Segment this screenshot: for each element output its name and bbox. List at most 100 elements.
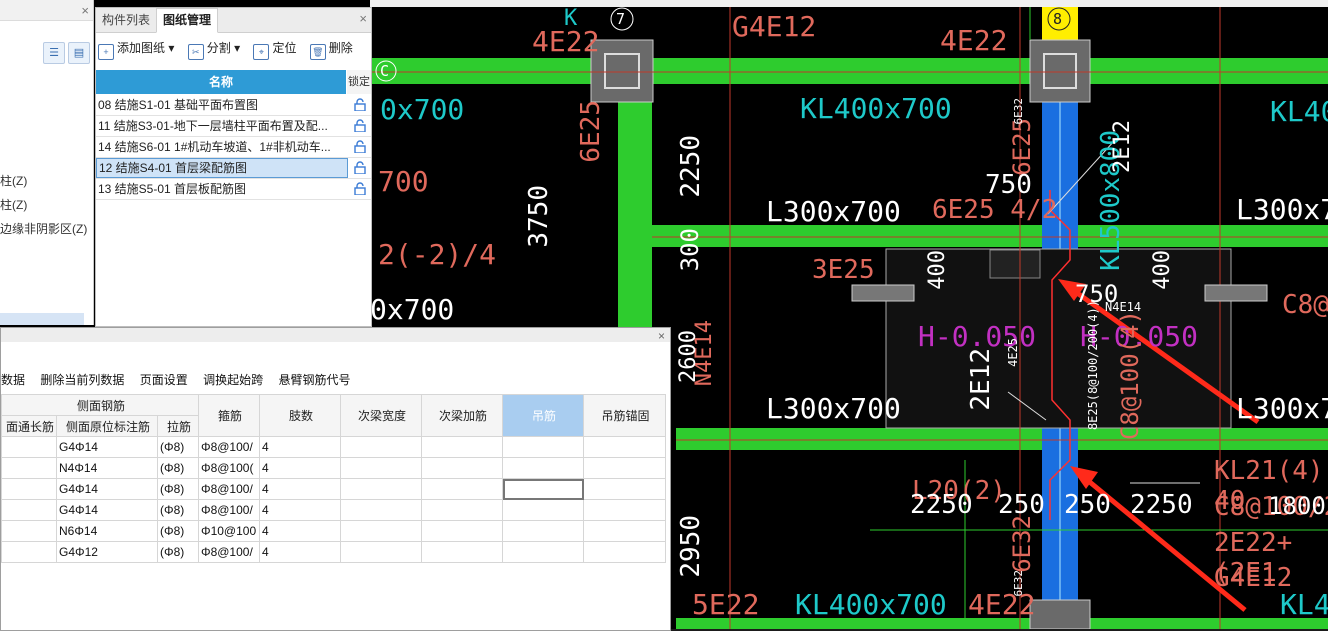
cell[interactable]: 4 [259, 541, 341, 563]
add-drawing-button[interactable]: + 添加图纸 ▾ [98, 34, 174, 62]
menu-delete-column-data[interactable]: 删除当前列数据 [40, 373, 124, 387]
cell[interactable]: N4Φ14 [56, 457, 158, 479]
cell[interactable]: (Φ8) [157, 478, 199, 500]
cell[interactable]: Φ8@100( [198, 457, 260, 479]
cell[interactable]: (Φ8) [157, 541, 199, 563]
cell[interactable] [421, 541, 503, 563]
column-header-name[interactable]: 名称 [96, 70, 346, 94]
drawing-row-selected[interactable]: 12 结施S4-01 首层梁配筋图 [96, 158, 371, 179]
cell[interactable]: Φ8@100/ [198, 478, 260, 500]
lock-icon[interactable] [354, 182, 366, 195]
selected-cell[interactable] [502, 478, 584, 500]
cell[interactable] [340, 478, 422, 500]
cell[interactable]: Φ10@100 [198, 520, 260, 542]
header-secondary-add[interactable]: 次梁加筋 [421, 394, 503, 437]
detail-view-icon[interactable]: ▤ [68, 42, 90, 64]
cell[interactable]: G4Φ14 [56, 499, 158, 521]
header-side-through[interactable]: 面通长筋 [1, 415, 57, 437]
column-8[interactable] [1029, 39, 1091, 103]
cell[interactable]: 4 [259, 520, 341, 542]
cell[interactable] [1, 520, 57, 542]
cell[interactable] [502, 520, 584, 542]
column-7[interactable] [590, 39, 654, 103]
drawing-row[interactable]: 13 结施S5-01 首层板配筋图 [96, 179, 371, 200]
cell[interactable]: 4 [259, 436, 341, 458]
header-hanger[interactable]: 吊筋 [502, 394, 584, 437]
beam-vertical-left[interactable] [618, 84, 652, 329]
cell[interactable]: G4Φ14 [56, 478, 158, 500]
cell[interactable]: (Φ8) [157, 457, 199, 479]
cell[interactable] [340, 457, 422, 479]
tree-item[interactable]: 边缘非阴影区(Z) [0, 220, 87, 237]
close-icon[interactable]: × [359, 11, 367, 26]
cell[interactable] [1, 436, 57, 458]
cell[interactable] [583, 520, 666, 542]
drawing-row[interactable]: 11 结施S3-01-地下一层墙柱平面布置及配... [96, 116, 371, 137]
lock-icon[interactable] [354, 119, 366, 132]
cell[interactable] [583, 436, 666, 458]
header-tie[interactable]: 拉筋 [157, 415, 199, 437]
delete-button[interactable]: 🗑 删除 [309, 34, 353, 62]
cell[interactable] [583, 541, 666, 563]
drawing-row[interactable]: 08 结施S1-01 基础平面布置图 [96, 95, 371, 116]
header-stirrup[interactable]: 箍筋 [198, 394, 260, 437]
cell[interactable]: N6Φ14 [56, 520, 158, 542]
split-button[interactable]: ✂ 分割 ▾ [187, 34, 240, 62]
menu-data[interactable]: 数据 [1, 373, 25, 387]
menu-swap-start-span[interactable]: 调换起始跨 [203, 373, 263, 387]
cell[interactable] [1, 499, 57, 521]
cell[interactable]: Φ8@100/ [198, 499, 260, 521]
cell[interactable] [1, 457, 57, 479]
menu-cantilever-code[interactable]: 悬臂钢筋代号 [278, 373, 350, 387]
header-legs[interactable]: 肢数 [259, 394, 341, 437]
drawing-row[interactable]: 14 结施S6-01 1#机动车坡道、1#非机动车... [96, 137, 371, 158]
beam-top[interactable] [370, 58, 1328, 84]
tab-component-list[interactable]: 构件列表 [96, 9, 156, 32]
list-view-icon[interactable]: ☰ [43, 42, 65, 64]
header-side-orig[interactable]: 侧面原位标注筋 [56, 415, 158, 437]
beam-lower[interactable] [676, 428, 1328, 450]
cell[interactable]: Φ8@100/ [198, 436, 260, 458]
cell[interactable] [502, 499, 584, 521]
beam-mid[interactable] [652, 225, 1328, 247]
cell[interactable] [421, 457, 503, 479]
cell[interactable]: Φ8@100/ [198, 541, 260, 563]
cell[interactable] [502, 436, 584, 458]
header-secondary-width[interactable]: 次梁宽度 [340, 394, 422, 437]
cell[interactable] [583, 457, 666, 479]
cell[interactable] [421, 499, 503, 521]
tree-item[interactable]: 柱(Z) [0, 172, 27, 189]
cell[interactable] [340, 436, 422, 458]
cell[interactable] [1, 541, 57, 563]
cell[interactable]: 4 [259, 457, 341, 479]
cell[interactable] [421, 478, 503, 500]
column-header-lock[interactable]: 锁定 [347, 70, 371, 94]
cell[interactable] [583, 478, 666, 500]
cell[interactable] [502, 541, 584, 563]
cell[interactable] [340, 520, 422, 542]
lock-icon[interactable] [354, 140, 366, 153]
header-hanger-anchor[interactable]: 吊筋锚固 [583, 394, 666, 437]
cell[interactable] [421, 436, 503, 458]
tab-drawing-management[interactable]: 图纸管理 [156, 8, 219, 33]
cell[interactable]: G4Φ12 [56, 541, 158, 563]
cell[interactable]: (Φ8) [157, 499, 199, 521]
cell[interactable]: G4Φ14 [56, 436, 158, 458]
tree-item[interactable]: 柱(Z) [0, 196, 27, 213]
lock-icon[interactable] [354, 161, 366, 174]
lock-icon[interactable] [354, 98, 366, 111]
cell[interactable] [1, 478, 57, 500]
cell[interactable]: 4 [259, 499, 341, 521]
column-8-bottom[interactable] [1029, 599, 1091, 629]
menu-page-setup[interactable]: 页面设置 [140, 373, 188, 387]
close-icon[interactable]: × [658, 329, 665, 343]
cell[interactable]: (Φ8) [157, 436, 199, 458]
cell[interactable] [421, 520, 503, 542]
close-icon[interactable]: × [81, 3, 89, 18]
cell[interactable]: (Φ8) [157, 520, 199, 542]
cell[interactable] [583, 499, 666, 521]
cell[interactable] [502, 457, 584, 479]
cell[interactable] [340, 499, 422, 521]
cell[interactable]: 4 [259, 478, 341, 500]
locate-button[interactable]: ⌖ 定位 [253, 34, 296, 62]
